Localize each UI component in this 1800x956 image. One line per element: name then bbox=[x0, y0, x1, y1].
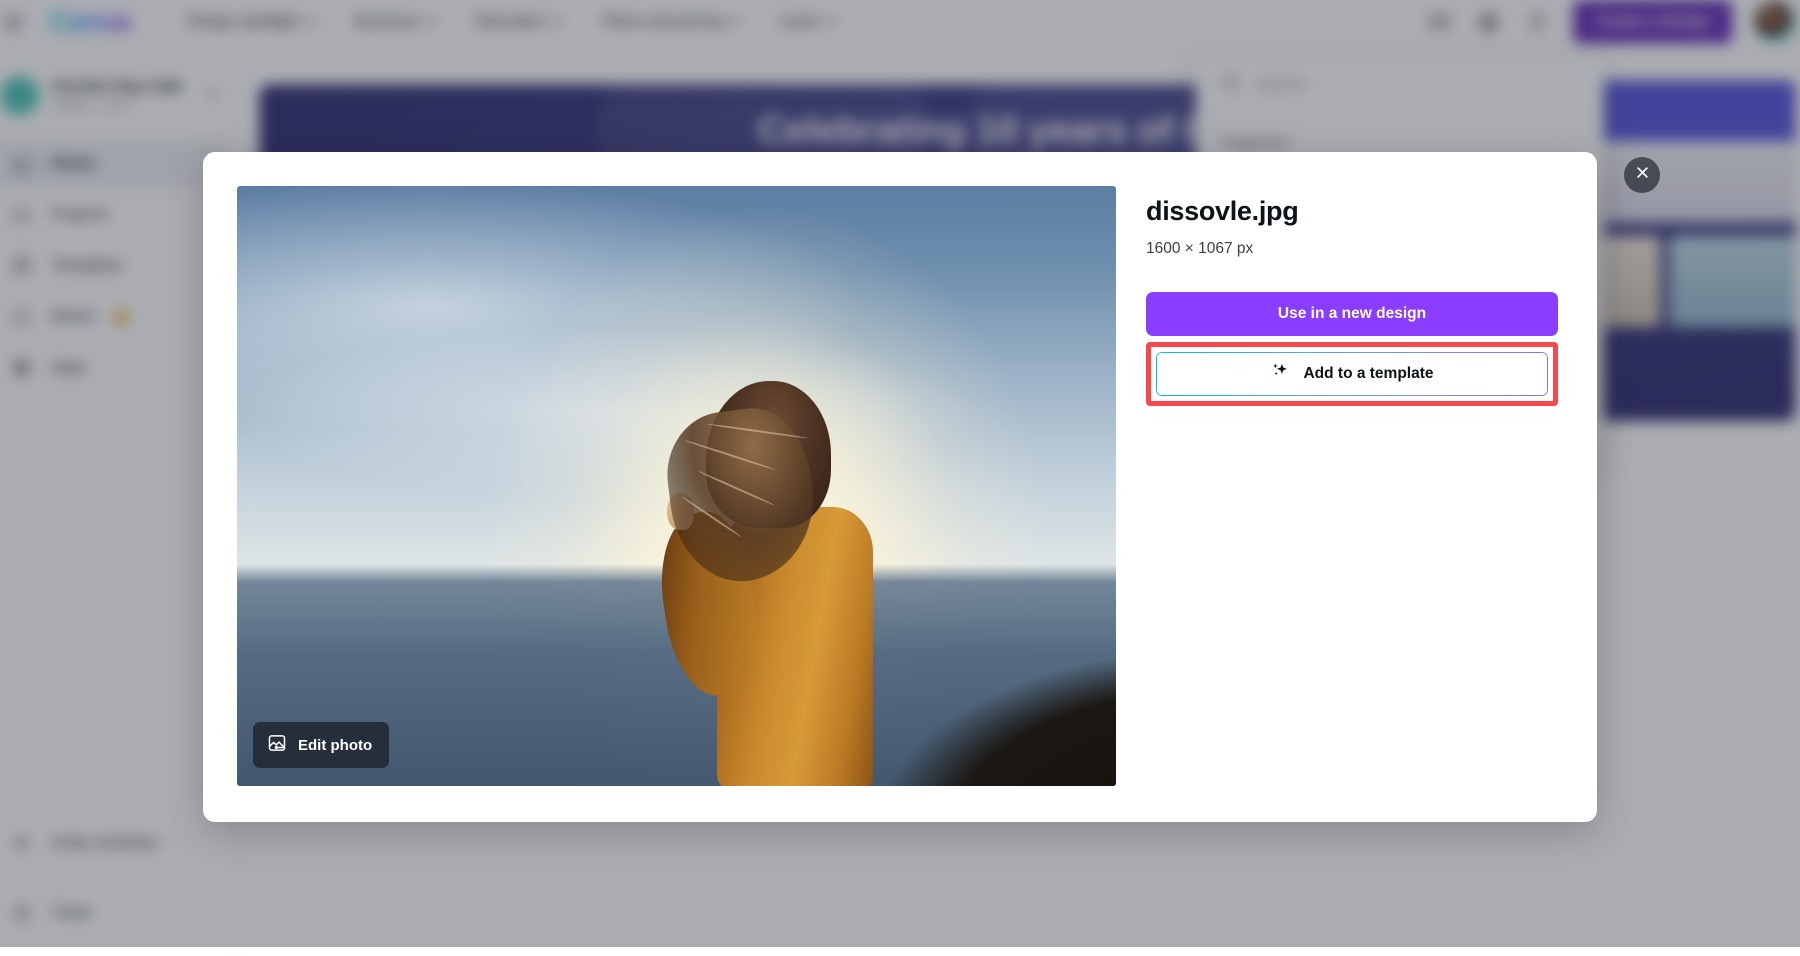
edit-photo-label: Edit photo bbox=[298, 737, 372, 754]
image-preview-modal: Edit photo dissovle.jpg 1600 × 1067 px U… bbox=[203, 152, 1597, 822]
add-to-a-template-button[interactable]: Add to a template bbox=[1156, 352, 1548, 396]
add-to-a-template-label: Add to a template bbox=[1303, 365, 1433, 383]
photo-image bbox=[237, 186, 1116, 786]
file-info-panel: dissovle.jpg 1600 × 1067 px Use in a new… bbox=[1116, 186, 1563, 788]
action-button-stack: Use in a new design Add to a template bbox=[1146, 292, 1558, 406]
edit-photo-button[interactable]: Edit photo bbox=[253, 722, 389, 768]
annotation-highlight-box: Add to a template bbox=[1146, 342, 1558, 406]
use-in-a-new-design-button[interactable]: Use in a new design bbox=[1146, 292, 1558, 336]
file-dimensions: 1600 × 1067 px bbox=[1146, 240, 1563, 258]
photo-subject bbox=[646, 381, 945, 786]
sparkle-icon bbox=[1270, 361, 1291, 387]
close-modal-button[interactable] bbox=[1624, 157, 1660, 193]
close-icon bbox=[1635, 165, 1650, 185]
file-name: dissovle.jpg bbox=[1146, 196, 1563, 227]
image-edit-icon bbox=[267, 733, 287, 757]
photo-preview[interactable]: Edit photo bbox=[237, 186, 1116, 786]
